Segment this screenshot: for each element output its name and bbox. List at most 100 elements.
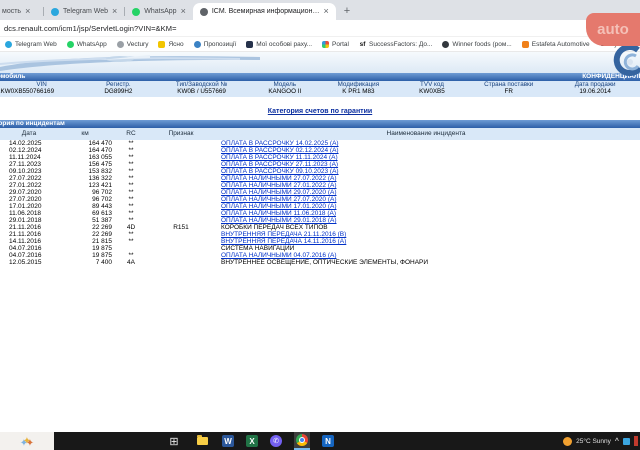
cell-km: 156 475 <box>88 161 113 168</box>
portal-icon <box>322 40 330 48</box>
table-row: 11.11.2024 163 055 ** ОПЛАТА В РАССРОЧКУ 11… <box>0 154 640 161</box>
bookmark-yasno[interactable]: Ясно <box>158 40 184 48</box>
cell-km: 21 815 <box>92 238 112 245</box>
tab-telegram[interactable]: Telegram Web × <box>44 3 124 20</box>
incident-link[interactable]: ОПЛАТА НАЛИЧНЫМИ 04.07.2016 (А) <box>221 252 337 259</box>
cell-rc: ** <box>128 182 134 189</box>
table-row: 21.11.2016 22 269 4D R151 КОРОБКИ ПЕРЕДАЧ ВС… <box>0 224 640 231</box>
excel-button[interactable]: X <box>246 435 258 447</box>
incident-link[interactable]: ОПЛАТА НАЛИЧНЫМИ 11.06.2018 (А) <box>221 210 336 217</box>
viber-button[interactable]: ✆ <box>270 435 282 447</box>
cell-date: 11.06.2018 <box>9 210 42 217</box>
bookmark-label: Winner foods (ром... <box>452 40 512 48</box>
screen: мость × Telegram Web × WhatsApp × ICM. В… <box>0 0 640 450</box>
table-row: 29.07.2020 96 702 ** ОПЛАТА НАЛИЧНЫМИ 29.07… <box>0 189 640 196</box>
tray-edge-icon[interactable] <box>634 436 638 446</box>
cell-date: 04.07.2016 <box>9 252 42 259</box>
url-text[interactable]: dcs.renault.com/icm1/jsp/ServletLogin?VI… <box>4 24 177 33</box>
bookmark-accounts[interactable]: Мої особові раху... <box>246 40 312 48</box>
cell-rc: ** <box>128 189 134 196</box>
autoria-watermark: auto <box>586 13 640 46</box>
table-row: 02.12.2024 164 470 ** ОПЛАТА В РАССРОЧКУ 02… <box>0 147 640 154</box>
bookmark-telegram[interactable]: Telegram Web <box>5 40 57 48</box>
field-country: Страна поставки FR <box>467 81 550 95</box>
cell-date: 21.11.2016 <box>9 224 42 231</box>
table-row: 27.01.2022 123 421 ** ОПЛАТА НАЛИЧНЫМИ 27.0… <box>0 182 640 189</box>
incident-text: ВНУТРЕННЕЕ ОСВЕЩЕНИЕ, ОПТИЧЕСКИЕ ЭЛЕМЕНТ… <box>221 259 429 266</box>
globe-icon <box>199 7 208 16</box>
chevron-up-icon[interactable]: ^ <box>615 438 619 445</box>
incident-link[interactable]: ОПЛАТА НАЛИЧНЫМИ 27.07.2022 (А) <box>221 175 337 182</box>
incident-link[interactable]: ОПЛАТА НАЛИЧНЫМИ 29.07.2020 (А) <box>221 189 337 196</box>
bookmark-label: Пропозиції <box>203 40 237 48</box>
warranty-category-link[interactable]: Категория счетов по гарантии <box>268 108 372 115</box>
file-explorer-button[interactable] <box>194 433 210 449</box>
vehicle-title: Автомобиль <box>0 73 26 80</box>
cell-sign <box>150 203 212 210</box>
field-type-factory: Тип/Заводской № KW0B / U557669 <box>154 81 250 95</box>
cell-km: 153 832 <box>88 168 113 175</box>
word-button[interactable]: W <box>222 435 234 447</box>
tab-partial[interactable]: мость × <box>0 3 43 20</box>
incident-link[interactable]: ОПЛАТА НАЛИЧНЫМИ 27.01.2022 (А) <box>221 182 337 189</box>
blue-app-button[interactable]: N <box>322 435 334 447</box>
bookmark-estafeta[interactable]: Estafeta Automotive <box>521 40 590 48</box>
cell-sign <box>150 140 212 147</box>
incident-link[interactable]: ВНУТРЕННЯЯ ПЕРЕДАЧА 21.11.2016 (В) <box>221 231 346 238</box>
close-icon[interactable]: × <box>112 7 117 16</box>
address-bar[interactable]: dcs.renault.com/icm1/jsp/ServletLogin?VI… <box>0 20 640 37</box>
icm-header-graphic <box>0 52 640 73</box>
bookmark-portal[interactable]: Portal <box>322 40 349 48</box>
cell-rc: ** <box>128 147 134 154</box>
tab-label: мость <box>2 8 22 15</box>
sparkle-icon: ✦ <box>22 435 32 447</box>
incident-link[interactable]: ОПЛАТА НАЛИЧНЫМИ 27.07.2020 (А) <box>221 196 337 203</box>
chrome-icon <box>296 434 308 446</box>
incident-link[interactable]: ОПЛАТА В РАССРОЧКУ 11.11.2024 (А) <box>221 154 338 161</box>
incident-link[interactable]: ОПЛАТА В РАССРОЧКУ 14.02.2025 (А) <box>221 140 339 147</box>
cell-sign <box>150 196 212 203</box>
telegram-icon <box>51 7 59 16</box>
cell-rc: ** <box>128 203 134 210</box>
incident-link[interactable]: ВНУТРЕННЯЯ ПЕРЕДАЧА 14.11.2016 (А) <box>221 238 346 245</box>
incident-link[interactable]: ОПЛАТА НАЛИЧНЫМИ 29.01.2018 (А) <box>221 217 337 224</box>
field-tvv: TVV код KW0XB5 <box>397 81 467 95</box>
tab-icm-active[interactable]: ICM. Всемирная информацион… × <box>192 3 336 20</box>
incident-link[interactable]: ОПЛАТА В РАССРОЧКУ 02.12.2024 (А) <box>221 147 339 154</box>
tray-app-icon[interactable] <box>623 437 630 445</box>
bookmark-vectury[interactable]: Vectury <box>116 40 149 48</box>
chrome-button-active[interactable] <box>294 432 310 450</box>
incident-link[interactable]: ОПЛАТА В РАССРОЧКУ 27.11.2023 (А) <box>221 161 338 168</box>
start-button[interactable]: ⊞ <box>166 433 182 449</box>
incident-link[interactable]: ОПЛАТА В РАССРОЧКУ 09.10.2023 (А) <box>221 168 339 175</box>
close-icon[interactable]: × <box>323 7 328 16</box>
weather-status[interactable]: 25°C Sunny <box>576 438 611 445</box>
cell-date: 27.11.2023 <box>9 161 42 168</box>
tab-label: Telegram Web <box>63 8 109 15</box>
incident-link[interactable]: ОПЛАТА НАЛИЧНЫМИ 17.01.2020 (А) <box>221 203 337 210</box>
table-row: 12.05.2015 7 400 4A ВНУТРЕННЕЕ ОСВЕЩЕНИЕ, О… <box>0 259 640 266</box>
close-icon[interactable]: × <box>25 7 30 16</box>
cell-date: 04.07.2016 <box>9 245 42 252</box>
site-icon <box>116 40 124 48</box>
yasno-icon <box>158 40 166 48</box>
table-row: 27.11.2023 156 475 ** ОПЛАТА В РАССРОЧКУ 27… <box>0 161 640 168</box>
bookmark-whatsapp[interactable]: WhatsApp <box>66 40 107 48</box>
bookmark-winner-foods[interactable]: Winner foods (ром... <box>442 40 512 48</box>
widgets-button[interactable]: ✦ <box>0 432 54 450</box>
cell-rc: ** <box>128 140 134 147</box>
estafeta-icon <box>521 40 529 48</box>
table-row: 27.07.2022 136 322 ** ОПЛАТА НАЛИЧНЫМИ 27.0… <box>0 175 640 182</box>
close-icon[interactable]: × <box>181 7 186 16</box>
col-date: Дата <box>21 130 37 137</box>
bookmark-successfactors[interactable]: sf SuccessFactors: До... <box>359 41 433 48</box>
cell-km: 19 875 <box>92 252 112 259</box>
cell-rc: ** <box>128 168 134 175</box>
refresh-icon <box>193 40 201 48</box>
bookmark-propozytsii[interactable]: Пропозиції <box>193 40 237 48</box>
cell-sign <box>150 147 212 154</box>
bookmark-label: Vectury <box>126 40 149 48</box>
new-tab-button[interactable]: + <box>344 5 350 17</box>
tab-whatsapp[interactable]: WhatsApp × <box>125 3 193 20</box>
cell-rc: ** <box>128 210 134 217</box>
